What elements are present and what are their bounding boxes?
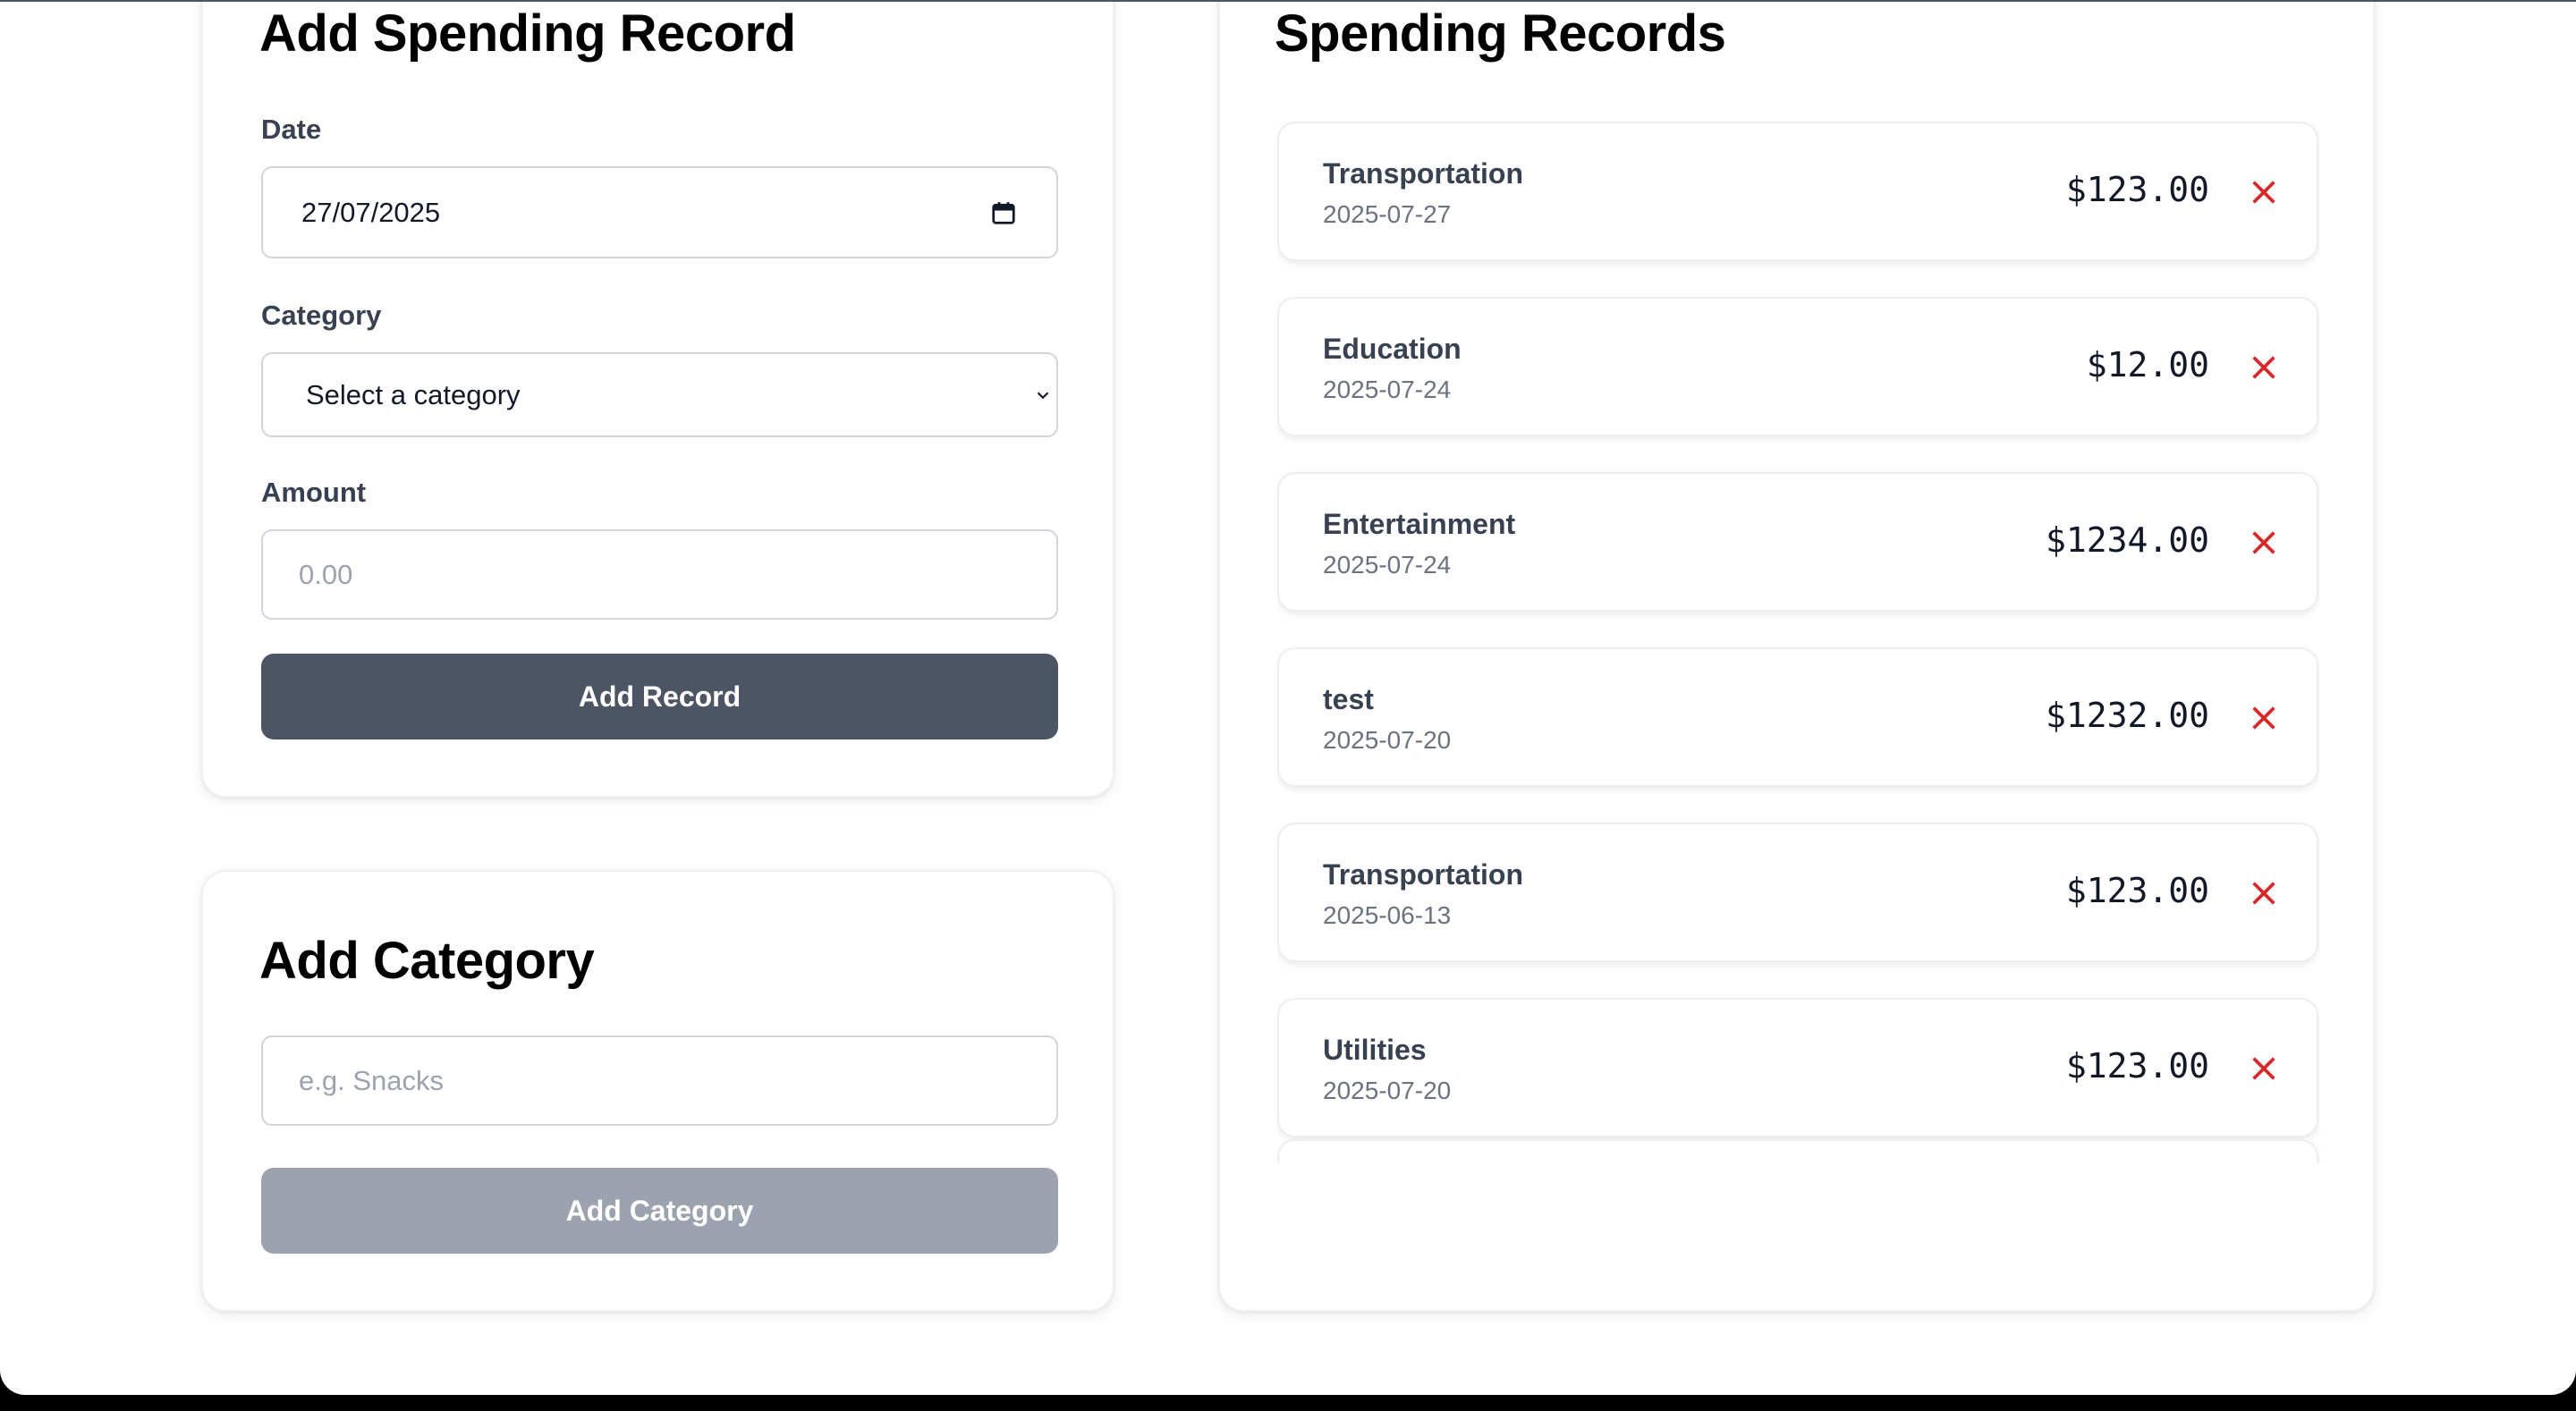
- record-amount: $1232.00: [2045, 696, 2209, 735]
- record-amount: $12.00: [2086, 345, 2209, 384]
- add-record-button[interactable]: Add Record: [261, 654, 1058, 739]
- app-page: Add Spending Record Date 27/07/2025 Cate…: [0, 0, 2576, 1395]
- record-amount: $123.00: [2065, 871, 2209, 910]
- add-category-card: Add Category Add Category: [201, 870, 1114, 1312]
- delete-record-close-icon[interactable]: [2249, 177, 2279, 207]
- add-category-title: Add Category: [259, 932, 595, 990]
- record-category: Transportation: [1323, 157, 1524, 190]
- record-amount: $1234.00: [2045, 520, 2209, 560]
- record-amount: $123.00: [2065, 1046, 2209, 1086]
- record-date: 2025-07-24: [1323, 376, 1452, 403]
- date-label: Date: [261, 114, 322, 145]
- record-date: 2025-07-24: [1323, 551, 1452, 579]
- spending-records-title: Spending Records: [1275, 4, 1726, 63]
- category-select[interactable]: Select a category: [261, 352, 1058, 437]
- record-item-partial: [1277, 1139, 2318, 1163]
- category-name-input[interactable]: [263, 1064, 1056, 1097]
- record-date: 2025-07-20: [1323, 726, 1452, 754]
- delete-record-close-icon[interactable]: [2249, 703, 2279, 733]
- record-date: 2025-06-13: [1323, 901, 1452, 929]
- record-category: Utilities: [1323, 1034, 1427, 1066]
- spending-records-card: Spending Records Transportation 2025-07-…: [1218, 2, 2375, 1312]
- date-field[interactable]: 27/07/2025: [261, 166, 1058, 258]
- record-item: Entertainment 2025-07-24 $1234.00: [1277, 472, 2318, 612]
- record-item: Transportation 2025-06-13 $123.00: [1277, 823, 2318, 962]
- date-value: 27/07/2025: [301, 196, 441, 228]
- record-item: Education 2025-07-24 $12.00: [1277, 297, 2318, 436]
- delete-record-close-icon[interactable]: [2249, 878, 2279, 908]
- record-category: Transportation: [1323, 858, 1524, 891]
- amount-label: Amount: [261, 477, 367, 508]
- record-category: test: [1323, 683, 1374, 715]
- category-select-value: Select a category: [306, 378, 521, 410]
- amount-field[interactable]: [261, 529, 1058, 620]
- records-list[interactable]: Transportation 2025-07-27 $123.00 Educat…: [1277, 122, 2320, 1163]
- record-amount: $123.00: [2065, 170, 2209, 209]
- record-category: Education: [1323, 333, 1462, 365]
- delete-record-close-icon[interactable]: [2249, 1053, 2279, 1084]
- record-item: Transportation 2025-07-27 $123.00: [1277, 122, 2318, 261]
- record-item: Utilities 2025-07-20 $123.00: [1277, 998, 2318, 1137]
- category-label: Category: [261, 300, 382, 331]
- calendar-icon[interactable]: [990, 199, 1017, 226]
- record-category: Entertainment: [1323, 508, 1516, 540]
- category-name-field[interactable]: [261, 1035, 1058, 1126]
- add-record-card: Add Spending Record Date 27/07/2025 Cate…: [201, 2, 1114, 798]
- amount-input[interactable]: [263, 558, 1056, 591]
- record-date: 2025-07-27: [1323, 200, 1452, 228]
- record-item: test 2025-07-20 $1232.00: [1277, 647, 2318, 787]
- add-category-button[interactable]: Add Category: [261, 1168, 1058, 1254]
- record-date: 2025-07-20: [1323, 1077, 1452, 1104]
- delete-record-close-icon[interactable]: [2249, 528, 2279, 558]
- chevron-down-icon: [1037, 391, 1049, 399]
- add-record-title: Add Spending Record: [259, 4, 796, 63]
- delete-record-close-icon[interactable]: [2249, 352, 2279, 383]
